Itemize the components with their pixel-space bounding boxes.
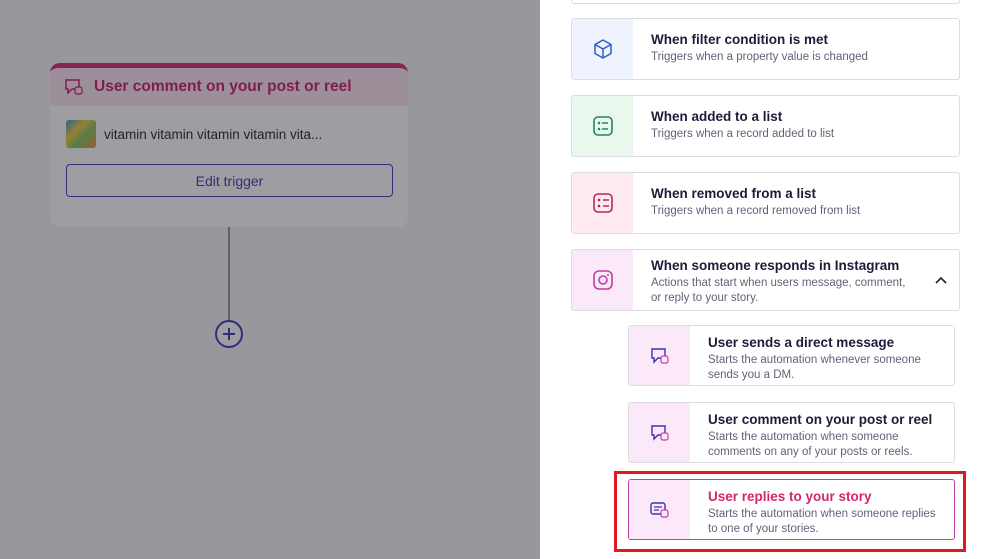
option-title: When added to a list [651,109,783,124]
cube-icon [572,19,633,79]
option-added-to-list[interactable]: When added to a list Triggers when a rec… [571,95,960,157]
instagram-icon [572,250,633,310]
option-description: Triggers when a property value is change… [651,51,868,63]
direct-message-icon [629,326,690,385]
selection-highlight-box [614,471,966,552]
option-description: Actions that start when users message, c… [651,277,906,304]
option-top-partial [571,0,960,4]
option-filter-condition[interactable]: When filter condition is met Triggers wh… [571,18,960,80]
sub-option-description: Starts the automation when someone comme… [708,431,913,458]
option-removed-from-list[interactable]: When removed from a list Triggers when a… [571,172,960,234]
option-title: When filter condition is met [651,32,829,47]
option-description: Triggers when a record removed from list [651,205,861,217]
option-title: When removed from a list [651,186,817,201]
chevron-up-icon[interactable] [923,250,959,310]
list-remove-icon [572,173,633,233]
sub-option-comment-post[interactable]: User comment on your post or reel Starts… [628,402,955,463]
option-description: Triggers when a record added to list [651,128,835,140]
option-title: When someone responds in Instagram [651,258,900,273]
option-instagram-responds[interactable]: When someone responds in Instagram Actio… [571,249,960,311]
sub-option-description: Starts the automation whenever someone s… [708,354,921,381]
sub-option-title: User sends a direct message [708,335,895,350]
sub-option-direct-message[interactable]: User sends a direct message Starts the a… [628,325,955,386]
comment-icon [629,403,690,462]
list-add-icon [572,96,633,156]
sub-option-title: User comment on your post or reel [708,412,933,427]
